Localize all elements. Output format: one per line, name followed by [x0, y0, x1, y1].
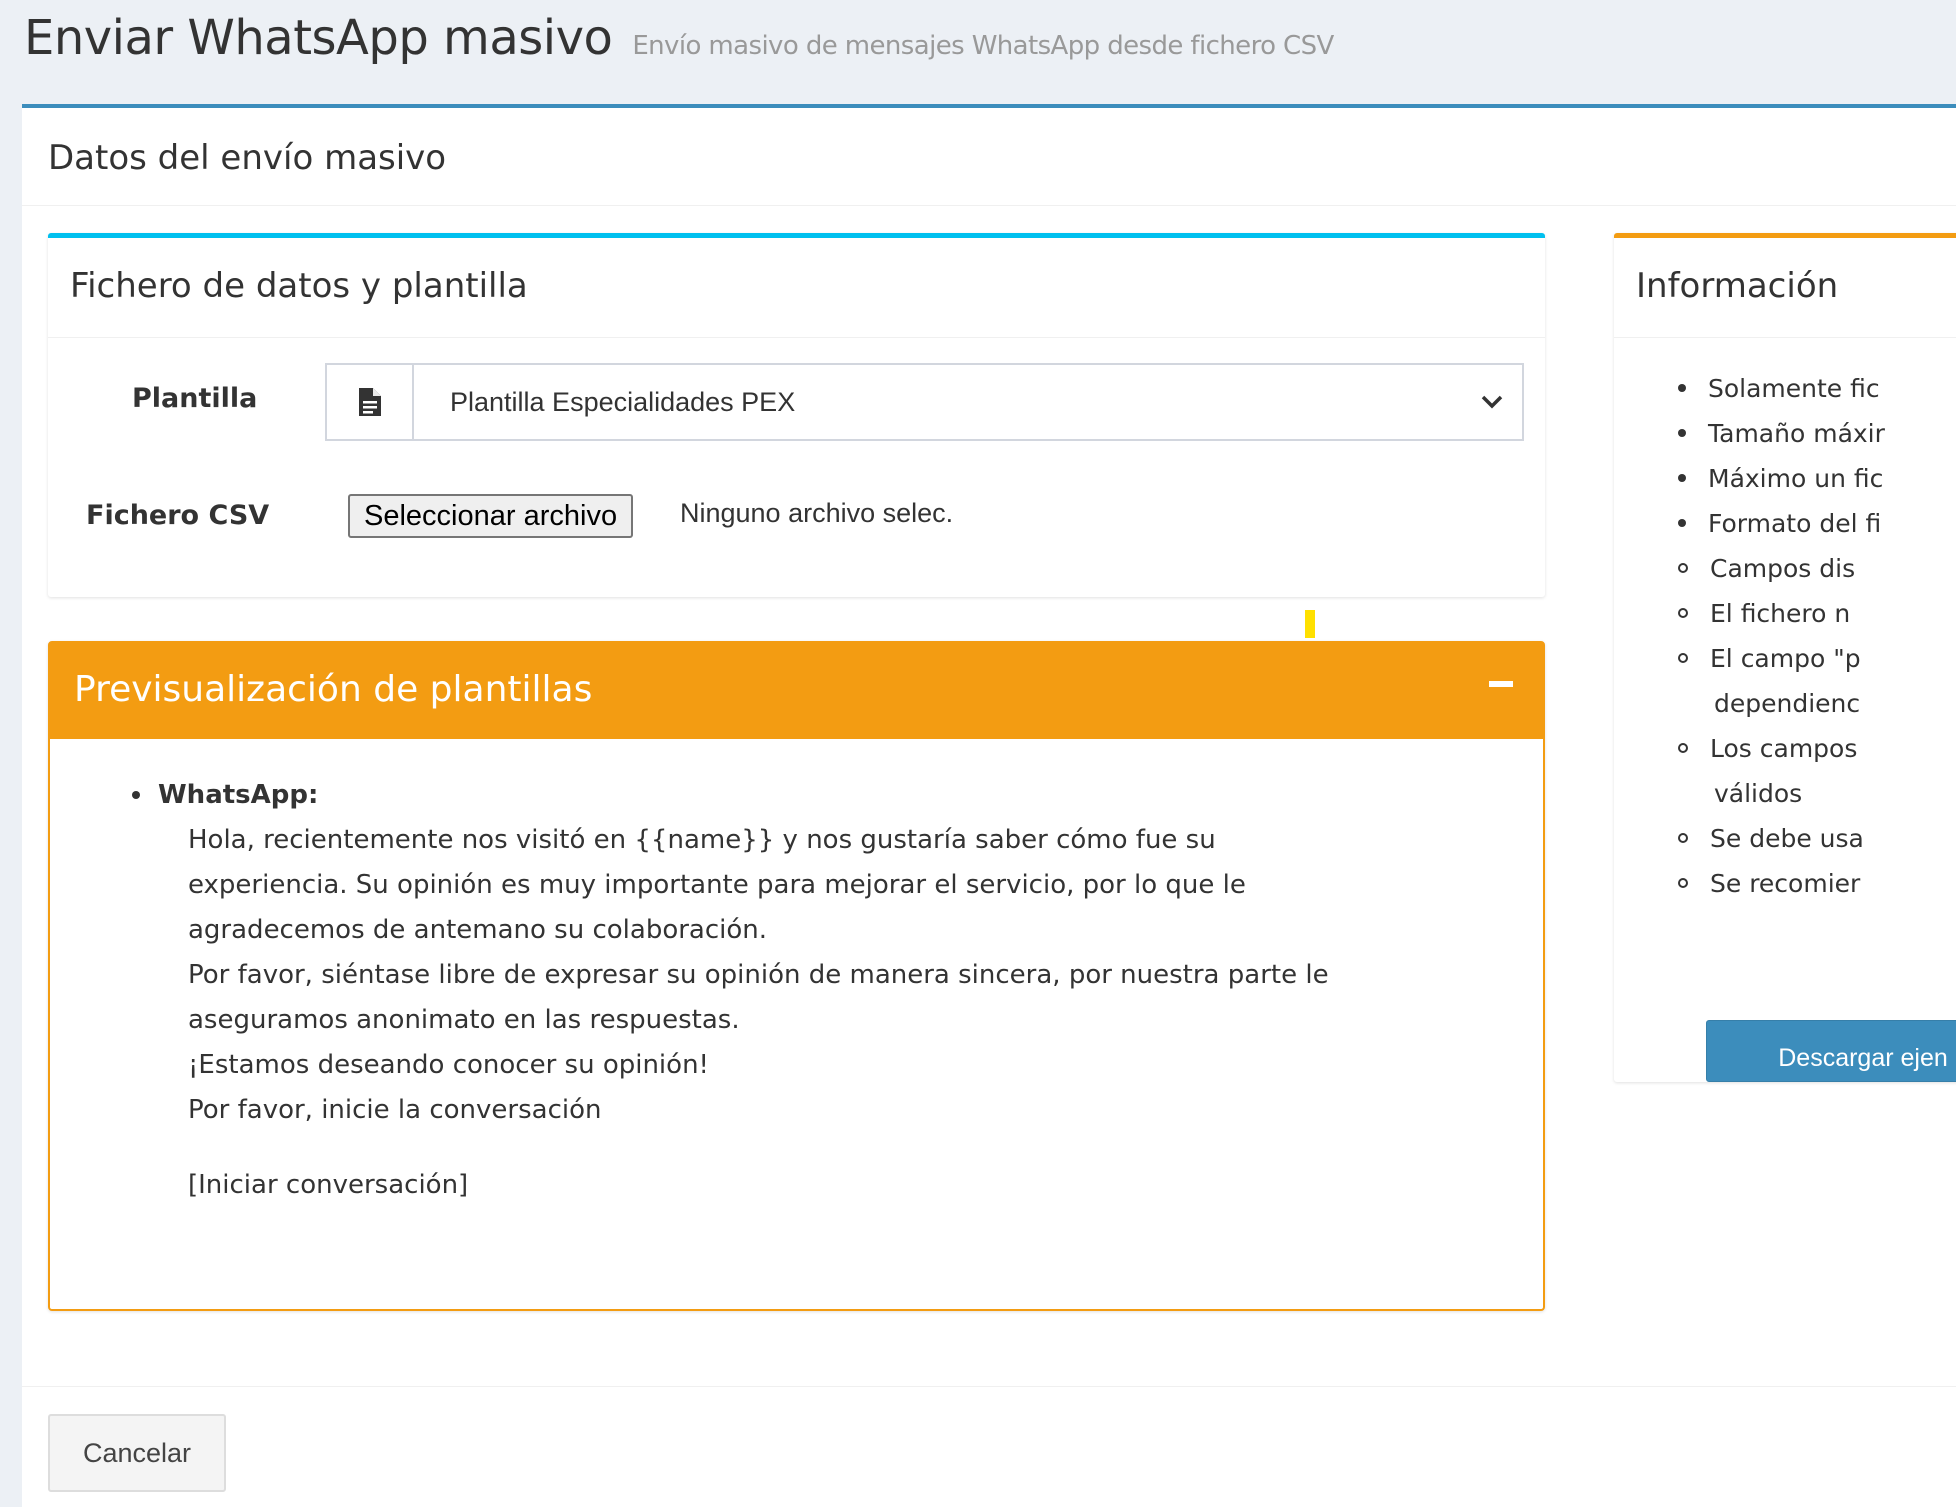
- data-file-box-title: Fichero de datos y plantilla: [70, 266, 528, 306]
- info-list-item: Se debe usa: [1678, 816, 1885, 861]
- bullet-icon: [132, 791, 140, 799]
- main-box-header: Datos del envío masivo: [22, 108, 1956, 206]
- whatsapp-preview-item: WhatsApp:: [132, 773, 1543, 818]
- main-box-footer: Cancelar: [22, 1386, 1956, 1507]
- message-line: ¡Estamos deseando conocer su opinión!: [188, 1050, 709, 1080]
- bullet-icon: [1678, 384, 1686, 392]
- message-line: Por favor, inicie la conversación: [188, 1095, 602, 1125]
- template-select[interactable]: Plantilla Especialidades PEX: [325, 363, 1524, 441]
- circle-bullet-icon: [1678, 743, 1688, 753]
- circle-bullet-icon: [1678, 653, 1688, 663]
- template-preview-header: Previsualización de plantillas: [50, 643, 1543, 739]
- download-example-button[interactable]: Descargar ejen: [1706, 1020, 1956, 1082]
- message-text: Hola, recientemente nos visitó en {{name…: [160, 818, 1543, 1208]
- template-select-value: Plantilla Especialidades PEX: [450, 386, 796, 417]
- main-box-title: Datos del envío masivo: [48, 138, 447, 178]
- info-item-text: dependienc: [1714, 689, 1861, 718]
- info-list-item: Máximo un fic: [1678, 456, 1885, 501]
- message-line: Por favor, siéntase libre de expresar su…: [188, 960, 1329, 990]
- info-box: Información Solamente fic Tamaño máxir Máx…: [1614, 233, 1956, 1082]
- template-preview-box: Previsualización de plantillas WhatsApp:…: [48, 641, 1545, 1311]
- message-line: Hola, recientemente nos visitó en {{name…: [188, 825, 1216, 855]
- info-list-item: dependienc: [1678, 681, 1885, 726]
- cancel-button[interactable]: Cancelar: [48, 1414, 226, 1492]
- info-box-title: Información: [1636, 266, 1839, 306]
- info-item-text: El campo "p: [1710, 644, 1861, 673]
- info-item-text: Se recomier: [1710, 869, 1861, 898]
- bullet-icon: [1678, 519, 1686, 527]
- bullet-icon: [1678, 429, 1686, 437]
- info-list-item: Los campos: [1678, 726, 1885, 771]
- circle-bullet-icon: [1678, 563, 1688, 573]
- info-list-item: Solamente fic: [1678, 366, 1885, 411]
- csv-file-label: Fichero CSV: [86, 500, 270, 531]
- template-preview-title: Previsualización de plantillas: [74, 669, 593, 710]
- message-line: [Iniciar conversación]: [188, 1170, 469, 1200]
- info-item-text: Solamente fic: [1708, 374, 1880, 403]
- circle-bullet-icon: [1678, 878, 1688, 888]
- info-item-text: Tamaño máxir: [1708, 419, 1885, 448]
- info-list-item: El fichero n: [1678, 591, 1885, 636]
- template-label: Plantilla: [132, 383, 258, 414]
- info-item-text: Máximo un fic: [1708, 464, 1884, 493]
- page-header: Enviar WhatsApp masivo Envío masivo de m…: [0, 0, 1956, 82]
- message-line: agradecemos de antemano su colaboración.: [188, 915, 768, 945]
- circle-bullet-icon: [1678, 833, 1688, 843]
- info-list-item: Tamaño máxir: [1678, 411, 1885, 456]
- info-list-item: válidos: [1678, 771, 1885, 816]
- message-line: experiencia. Su opinión es muy important…: [188, 870, 1246, 900]
- message-line: aseguramos anonimato en las respuestas.: [188, 1005, 740, 1035]
- file-icon: [327, 365, 414, 439]
- info-item-text: Se debe usa: [1710, 824, 1864, 853]
- data-file-box-header: Fichero de datos y plantilla: [48, 238, 1545, 338]
- info-item-text: Formato del fi: [1708, 509, 1882, 538]
- info-list: Solamente fic Tamaño máxir Máximo un fic Fo…: [1678, 366, 1885, 906]
- info-item-text: Los campos: [1710, 734, 1858, 763]
- message-line: [188, 1133, 1543, 1163]
- channel-label: WhatsApp:: [158, 780, 319, 810]
- info-box-header: Información: [1614, 238, 1956, 338]
- info-item-text: Campos dis: [1710, 554, 1856, 583]
- select-file-button[interactable]: Seleccionar archivo: [348, 494, 634, 538]
- info-list-item: Formato del fi: [1678, 501, 1885, 546]
- template-preview-body: WhatsApp: Hola, recientemente nos visitó…: [50, 739, 1543, 1208]
- data-file-box: Fichero de datos y plantilla Plantilla P…: [48, 233, 1545, 597]
- info-list-item: Campos dis: [1678, 546, 1885, 591]
- info-item-text: válidos: [1714, 779, 1803, 808]
- circle-bullet-icon: [1678, 608, 1688, 618]
- info-item-text: El fichero n: [1710, 599, 1851, 628]
- info-list-item: El campo "p: [1678, 636, 1885, 681]
- bullet-icon: [1678, 474, 1686, 482]
- main-box: Datos del envío masivo Fichero de datos …: [22, 104, 1956, 1507]
- page-subtitle: Envío masivo de mensajes WhatsApp desde …: [632, 31, 1334, 61]
- file-status: Ninguno archivo selec.: [680, 498, 954, 528]
- info-list-item: Se recomier: [1678, 861, 1885, 906]
- chevron-down-icon: [1462, 395, 1522, 409]
- collapse-button[interactable]: [1489, 681, 1513, 687]
- page-title: Enviar WhatsApp masivo: [24, 10, 613, 66]
- text-cursor-marker: [1305, 610, 1315, 638]
